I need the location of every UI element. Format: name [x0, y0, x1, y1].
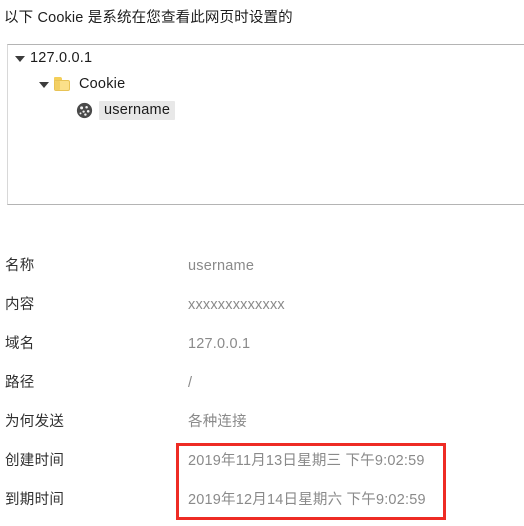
- detail-label: 为何发送: [5, 414, 65, 430]
- detail-label: 路径: [5, 375, 35, 391]
- tree-item-label: username: [99, 100, 176, 120]
- detail-label: 到期时间: [5, 492, 65, 508]
- detail-row-name: 名称 username: [0, 247, 524, 286]
- detail-label: 域名: [5, 336, 35, 352]
- tree-item-label: 127.0.0.1: [30, 50, 93, 66]
- detail-row-send-for: 为何发送 各种连接: [0, 403, 524, 442]
- tree-item-username-cookie[interactable]: username: [8, 97, 524, 123]
- detail-value: 各种连接: [188, 414, 247, 430]
- tree-item-cookie-folder[interactable]: Cookie: [8, 71, 524, 97]
- page-title: 以下 Cookie 是系统在您查看此网页时设置的: [4, 10, 293, 26]
- detail-row-content: 内容 xxxxxxxxxxxxx: [0, 286, 524, 325]
- detail-row-created: 创建时间 2019年11月13日星期三 下午9:02:59: [0, 442, 524, 481]
- detail-value: 2019年11月13日星期三 下午9:02:59: [188, 453, 425, 469]
- detail-value: 2019年12月14日星期六 下午9:02:59: [188, 492, 426, 508]
- tree-item-label: Cookie: [79, 76, 126, 92]
- detail-value: xxxxxxxxxxxxx: [188, 297, 285, 313]
- detail-label: 创建时间: [5, 453, 65, 469]
- detail-value: 127.0.0.1: [188, 336, 251, 352]
- detail-label: 名称: [5, 258, 35, 274]
- folder-icon: [54, 77, 71, 91]
- tree-item-host[interactable]: 127.0.0.1: [8, 45, 524, 71]
- detail-row-domain: 域名 127.0.0.1: [0, 325, 524, 364]
- cookie-tree-panel[interactable]: 127.0.0.1 Cookie username: [7, 44, 524, 205]
- detail-row-expires: 到期时间 2019年12月14日星期六 下午9:02:59: [0, 481, 524, 520]
- detail-value: username: [188, 258, 255, 274]
- cookie-icon: [76, 102, 93, 119]
- chevron-down-icon[interactable]: [38, 78, 51, 91]
- cookie-details-list: 名称 username 内容 xxxxxxxxxxxxx 域名 127.0.0.…: [0, 247, 524, 520]
- detail-label: 内容: [5, 297, 35, 313]
- detail-value: /: [188, 375, 193, 391]
- detail-row-path: 路径 /: [0, 364, 524, 403]
- chevron-down-icon[interactable]: [14, 52, 27, 65]
